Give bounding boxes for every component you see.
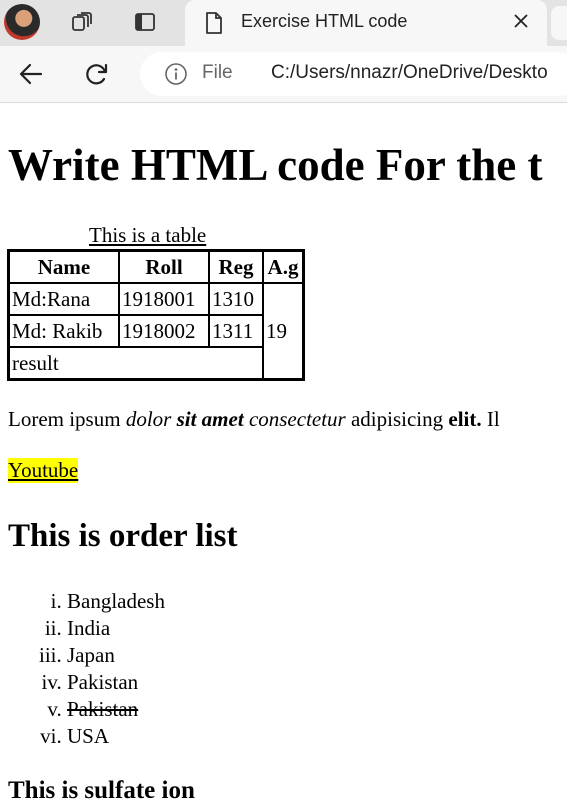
table-row: Md:Rana 1918001 1310 19	[9, 283, 303, 379]
list-item: India	[67, 615, 165, 642]
file-icon	[201, 10, 227, 36]
workspaces-icon[interactable]	[69, 9, 95, 35]
file-label: File	[202, 62, 233, 83]
list-heading: This is order list	[8, 518, 238, 554]
list-item: Pakistan	[67, 669, 165, 696]
cell-name: Md: Rakib	[9, 315, 119, 347]
para-text-2: adipisicing	[345, 407, 449, 431]
table-caption: This is a table	[89, 223, 207, 247]
cell-age: 19	[263, 283, 303, 379]
para-text-3: Il	[481, 407, 500, 431]
sulfate-heading: This is sulfate ion	[8, 777, 195, 799]
para-bold: elit.	[448, 407, 482, 431]
tab-actions-icon[interactable]	[132, 9, 158, 35]
active-tab[interactable]: Exercise HTML code	[185, 0, 547, 46]
table-row: result	[9, 347, 303, 379]
cell-roll: 1918001	[119, 283, 209, 315]
refresh-icon[interactable]	[81, 58, 113, 90]
page-heading: Write HTML code For the t	[8, 140, 543, 190]
cell-roll: 1918002	[119, 315, 209, 347]
cell-reg: 1310	[209, 283, 263, 315]
header-name: Name	[9, 251, 119, 283]
url-field[interactable]: File C:/Users/nnazr/OneDrive/Deskto	[140, 52, 567, 96]
para-text: Lorem ipsum	[8, 407, 126, 431]
list-item-struck: Pakistan	[67, 696, 165, 723]
tab-bar: Exercise HTML code	[0, 0, 567, 46]
para-bold-italic: sit amet	[176, 407, 244, 431]
header-age: A.g	[263, 251, 303, 283]
back-arrow-icon[interactable]	[15, 58, 47, 90]
info-icon[interactable]	[164, 62, 188, 86]
close-icon[interactable]	[509, 9, 533, 33]
next-tab[interactable]	[551, 6, 567, 40]
cell-name: Md:Rana	[9, 283, 119, 315]
header-reg: Reg	[209, 251, 263, 283]
address-bar: File C:/Users/nnazr/OneDrive/Deskto	[0, 46, 567, 103]
url-text[interactable]: C:/Users/nnazr/OneDrive/Deskto	[271, 62, 548, 84]
table-row: Md: Rakib 1918002 1311	[9, 315, 303, 347]
page-content: Write HTML code For the t This is a tabl…	[0, 103, 567, 799]
tab-title: Exercise HTML code	[241, 11, 408, 31]
avatar[interactable]	[4, 4, 40, 40]
cell-result: result	[9, 347, 263, 379]
para-italic: dolor	[125, 407, 177, 431]
lorem-paragraph: Lorem ipsum dolor sit amet consectetur a…	[8, 407, 500, 432]
student-table: Name Roll Reg A.g Md:Rana 1918001 1310 1…	[7, 249, 305, 381]
cell-reg: 1311	[209, 315, 263, 347]
list-item: USA	[67, 723, 165, 750]
country-list: Bangladesh India Japan Pakistan Pakistan…	[0, 588, 165, 750]
youtube-link[interactable]: Youtube	[8, 458, 79, 483]
list-item: Japan	[67, 642, 165, 669]
header-roll: Roll	[119, 251, 209, 283]
list-item: Bangladesh	[67, 588, 165, 615]
para-italic-2: consectetur	[243, 407, 346, 431]
